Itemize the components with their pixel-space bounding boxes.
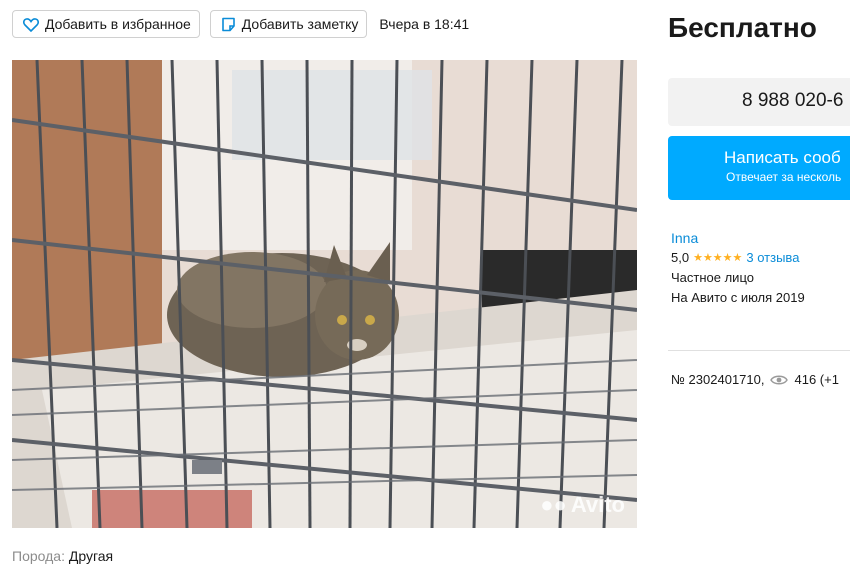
- posted-timestamp: Вчера в 18:41: [379, 16, 470, 32]
- breed-label: Порода:: [12, 548, 65, 564]
- avito-watermark-text: Avito: [570, 492, 625, 517]
- eye-icon: [770, 375, 789, 384]
- star-rating-icon: ★★★★★: [693, 252, 743, 264]
- add-note-label: Добавить заметку: [241, 16, 359, 32]
- add-note-button[interactable]: Добавить заметку: [209, 10, 368, 38]
- listing-number: № 2302401710,: [671, 372, 765, 387]
- seller-since: На Авито с июля 2019: [671, 290, 805, 305]
- listing-meta: № 2302401710, 416 (+1: [671, 372, 839, 387]
- seller-rating: 5,0 ★★★★★ 3 отзыва: [671, 248, 805, 268]
- write-message-label: Написать сооб: [724, 148, 841, 167]
- breed-row: Порода: Другая: [12, 548, 113, 564]
- write-message-button[interactable]: Написать сооб Отвечает за несколь: [668, 136, 850, 200]
- note-icon: [221, 17, 235, 31]
- price: Бесплатно: [668, 12, 817, 43]
- add-to-favorites-button[interactable]: Добавить в избранное: [12, 10, 200, 38]
- avito-watermark: ●● Avito: [540, 492, 625, 518]
- reviews-link[interactable]: 3 отзыва: [746, 248, 799, 268]
- listing-toolbar: Добавить в избранное Добавить заметку Вч…: [12, 10, 469, 38]
- heart-icon: [23, 17, 39, 32]
- breed-value: Другая: [68, 548, 114, 564]
- seller-type: Частное лицо: [671, 270, 754, 285]
- response-time-label: Отвечает за несколь: [726, 170, 842, 184]
- add-to-favorites-label: Добавить в избранное: [45, 16, 191, 32]
- views-count: 416 (+1: [794, 372, 839, 387]
- seller-name-link[interactable]: Inna: [671, 228, 805, 248]
- divider: [668, 350, 850, 351]
- listing-photo[interactable]: ●● Avito: [12, 60, 637, 528]
- show-phone-button[interactable]: 8 988 020-6: [668, 78, 850, 126]
- avito-logo-icon: ●●: [540, 492, 567, 517]
- rating-value: 5,0: [671, 250, 690, 265]
- cat-in-cage-photo: [12, 60, 637, 528]
- seller-info: Inna 5,0 ★★★★★ 3 отзыва Частное лицо На …: [671, 228, 805, 308]
